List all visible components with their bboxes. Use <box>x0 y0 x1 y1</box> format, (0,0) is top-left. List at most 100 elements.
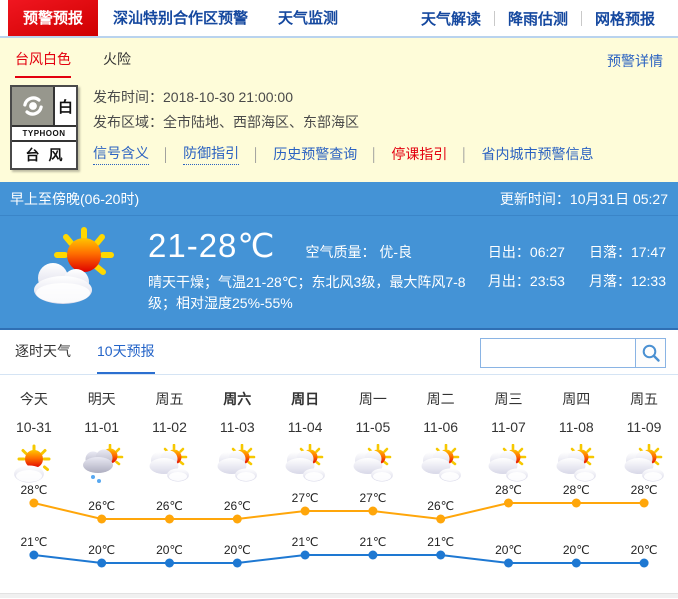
issue-area-value: 全市陆地、西部海区、东部海区 <box>163 114 359 130</box>
current-weather-body: 21-28℃ 空气质量： 优-良 晴天干燥；气温21-28℃；东北风3级，最大阵… <box>0 216 678 330</box>
temp-point <box>233 559 242 568</box>
mostly-cloudy-icon <box>215 444 259 486</box>
bottom-strip <box>0 593 678 598</box>
temp-label: 28℃ <box>631 485 658 497</box>
link-divider: │ <box>460 147 468 162</box>
date-label: 11-02 <box>136 419 204 435</box>
sun-moon-item-2: 月出：23:53 <box>488 271 565 291</box>
day-label: 周四 <box>542 389 610 409</box>
date-label: 10-31 <box>0 419 68 435</box>
partly-sunny-icon <box>12 444 56 486</box>
forecast-day-11-09[interactable]: 周五11-09 <box>610 389 678 485</box>
temp-point <box>29 551 38 560</box>
typhoon-warning-sign: 白 TYPHOON 台风 <box>10 85 78 170</box>
temp-label: 28℃ <box>495 485 522 497</box>
period-title: 早上至傍晚(06-20时) <box>10 189 139 209</box>
search-input[interactable] <box>481 339 635 367</box>
temp-point <box>572 559 581 568</box>
temp-point <box>301 507 310 516</box>
temp-label: 26℃ <box>156 499 183 513</box>
temp-label: 28℃ <box>20 485 47 497</box>
forecast-day-11-01[interactable]: 明天11-01 <box>68 389 136 485</box>
warning-link-4[interactable]: 省内城市预警信息 <box>482 144 594 164</box>
forecast-day-11-05[interactable]: 周一11-05 <box>339 389 407 485</box>
date-label: 11-08 <box>542 419 610 435</box>
warning-tabs: 台风白色 火险 预警详情 <box>0 38 678 78</box>
issue-area-label: 发布区域： <box>93 114 163 130</box>
mostly-cloudy-icon <box>622 444 666 486</box>
day-weather-icon <box>203 443 271 487</box>
tab-typhoon-white[interactable]: 台风白色 <box>15 49 71 78</box>
nav-link-2[interactable]: 网格预报 <box>582 8 668 29</box>
nav-tab-0[interactable]: 预警预报 <box>8 0 98 36</box>
day-weather-icon <box>610 443 678 487</box>
sun-moon-item-1: 日落：17:47 <box>589 242 666 262</box>
temp-label: 20℃ <box>224 543 251 557</box>
temp-point <box>504 559 513 568</box>
forecast-day-10-31[interactable]: 今天10-31 <box>0 389 68 485</box>
forecast-day-11-02[interactable]: 周五11-02 <box>136 389 204 485</box>
forecast-day-11-06[interactable]: 周二11-06 <box>407 389 475 485</box>
sun-moon-item-0: 日出：06:27 <box>488 242 565 262</box>
temp-point <box>165 515 174 524</box>
warning-link-0[interactable]: 信号含义 <box>93 143 149 165</box>
nav-tab-2[interactable]: 天气监测 <box>263 0 353 36</box>
typhoon-spiral-icon <box>12 87 53 125</box>
low-temp-chart: 21℃20℃20℃20℃21℃21℃21℃20℃20℃20℃ <box>0 537 678 593</box>
temp-label: 20℃ <box>495 543 522 557</box>
weather-forecast-page: 预警预报深汕特别合作区预警天气监测 天气解读降雨估测网格预报 台风白色 火险 预… <box>0 0 678 599</box>
warning-section: 台风白色 火险 预警详情 白 TYPHOON 台风 <box>0 38 678 182</box>
top-nav: 预警预报深汕特别合作区预警天气监测 天气解读降雨估测网格预报 <box>0 0 678 38</box>
day-weather-icon <box>136 443 204 487</box>
temp-label: 21℃ <box>20 537 47 549</box>
temp-point <box>640 559 649 568</box>
warning-link-2[interactable]: 历史预警查询 <box>273 144 357 164</box>
temp-label: 27℃ <box>359 491 386 505</box>
temp-label: 26℃ <box>88 499 115 513</box>
nav-links: 天气解读降雨估测网格预报 <box>408 0 668 36</box>
temp-label: 26℃ <box>427 499 454 513</box>
temp-label: 20℃ <box>563 543 590 557</box>
day-label: 周五 <box>610 389 678 409</box>
forecast-day-11-04[interactable]: 周日11-04 <box>271 389 339 485</box>
current-period-bar: 早上至傍晚(06-20时) 更新时间：10月31日 05:27 <box>0 182 678 216</box>
nav-link-1[interactable]: 降雨估测 <box>495 8 581 29</box>
temp-label: 21℃ <box>427 537 454 549</box>
date-label: 11-01 <box>68 419 136 435</box>
sun-moon-times: 日出：06:27日落：17:47月出：23:53月落：12:33 <box>488 242 666 291</box>
date-label: 11-07 <box>475 419 543 435</box>
temp-point <box>233 515 242 524</box>
link-divider: │ <box>252 147 260 162</box>
temp-label: 20℃ <box>631 543 658 557</box>
temp-point <box>301 551 310 560</box>
forecast-day-11-03[interactable]: 周六11-03 <box>203 389 271 485</box>
temp-point <box>504 499 513 508</box>
warning-detail-link[interactable]: 预警详情 <box>607 51 663 78</box>
sign-en-label: TYPHOON <box>12 125 76 140</box>
mostly-cloudy-icon <box>419 444 463 486</box>
nav-tab-1[interactable]: 深汕特别合作区预警 <box>98 0 263 36</box>
temp-point <box>97 515 106 524</box>
temp-label: 21℃ <box>359 537 386 549</box>
temp-point <box>640 499 649 508</box>
temp-point <box>368 507 377 516</box>
forecast-day-11-07[interactable]: 周三11-07 <box>475 389 543 485</box>
sign-color-label: 白 <box>53 87 76 125</box>
mostly-cloudy-icon <box>351 444 395 486</box>
temp-label: 21℃ <box>292 537 319 549</box>
tab-fire-risk[interactable]: 火险 <box>103 49 131 78</box>
tab-10day-forecast[interactable]: 10天预报 <box>97 330 155 374</box>
temp-point <box>97 559 106 568</box>
day-weather-icon <box>271 443 339 487</box>
forecast-day-11-08[interactable]: 周四 11-08 <box>542 389 610 485</box>
nav-link-0[interactable]: 天气解读 <box>408 8 494 29</box>
warning-link-1[interactable]: 防御指引 <box>183 143 239 165</box>
tab-hourly-weather[interactable]: 逐时天气 <box>15 330 71 374</box>
current-weather-section: 早上至傍晚(06-20时) 更新时间：10月31日 05:27 <box>0 182 678 330</box>
day-label: 周一 <box>339 389 407 409</box>
warning-links: 信号含义│防御指引│历史预警查询│停课指引│省内城市预警信息 <box>93 143 607 165</box>
air-quality: 空气质量： 优-良 <box>305 242 412 262</box>
link-divider: │ <box>370 147 378 162</box>
warning-link-3[interactable]: 停课指引 <box>391 144 447 164</box>
search-button[interactable] <box>635 339 665 367</box>
